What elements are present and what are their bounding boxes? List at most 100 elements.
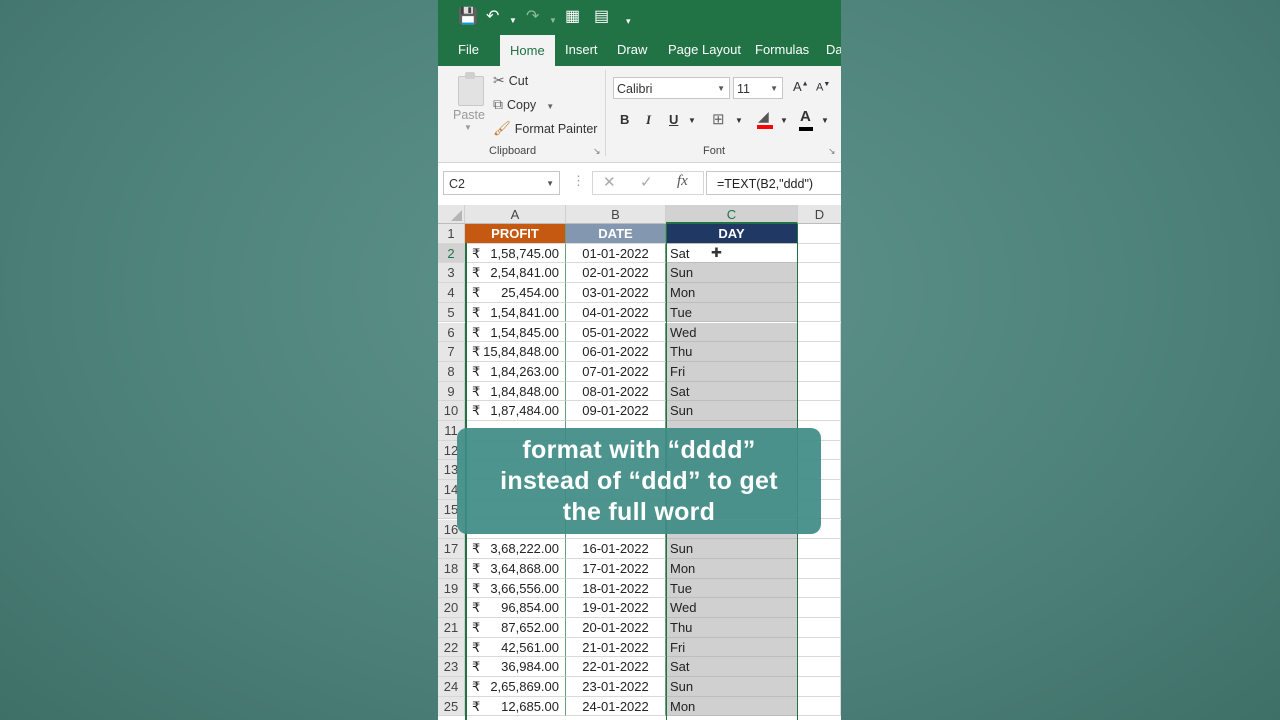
profit-cell[interactable]: ₹1,58,745.00 [465, 243, 566, 264]
empty-cell[interactable] [798, 598, 841, 618]
date-cell[interactable]: 04-01-2022 [566, 302, 666, 323]
empty-cell[interactable] [798, 381, 841, 402]
borders-dropdown-icon[interactable]: ▼ [735, 116, 743, 125]
date-cell[interactable]: 18-01-2022 [566, 578, 666, 599]
form-icon[interactable]: ▤ [594, 8, 609, 26]
column-header-c[interactable]: C [666, 205, 798, 224]
column-header-b[interactable]: B [566, 205, 666, 224]
enter-icon[interactable]: ✓ [640, 173, 653, 191]
day-cell[interactable]: Wed [666, 598, 798, 618]
tab-home[interactable]: Home [500, 35, 555, 66]
empty-cell[interactable] [798, 657, 841, 678]
day-cell[interactable]: Thu [666, 342, 798, 362]
bold-button[interactable]: B [620, 112, 629, 127]
name-box[interactable]: C2 ▼ [443, 171, 560, 195]
tab-page-layout[interactable]: Page Layout [668, 34, 741, 66]
font-color-button[interactable]: A [799, 108, 813, 131]
font-color-dropdown-icon[interactable]: ▼ [821, 116, 829, 125]
profit-cell[interactable]: ₹15,84,848.00 [465, 342, 566, 362]
row-header[interactable]: 8 [438, 361, 465, 382]
save-icon[interactable]: 💾 [458, 8, 478, 26]
insert-function-button[interactable]: fx [677, 173, 688, 190]
cancel-icon[interactable]: ✕ [603, 173, 616, 191]
empty-cell[interactable] [798, 401, 841, 421]
date-cell[interactable]: 20-01-2022 [566, 618, 666, 638]
profit-cell[interactable]: ₹87,652.00 [465, 618, 566, 638]
row-header[interactable]: 4 [438, 283, 465, 303]
empty-cell[interactable] [798, 302, 841, 323]
empty-cell[interactable] [798, 283, 841, 303]
profit-cell[interactable]: ₹3,66,556.00 [465, 578, 566, 599]
date-cell[interactable]: 06-01-2022 [566, 342, 666, 362]
decrease-font-size-button[interactable]: A▼ [816, 81, 830, 94]
fill-color-icon[interactable]: ◢ [757, 108, 773, 129]
empty-cell[interactable] [798, 558, 841, 579]
day-cell[interactable]: Sun [666, 263, 798, 284]
empty-cell[interactable] [798, 263, 841, 284]
empty-cell[interactable] [798, 696, 841, 717]
empty-cell[interactable] [798, 539, 841, 559]
profit-cell[interactable]: ₹3,68,222.00 [465, 539, 566, 559]
customize-qat-icon[interactable]: ▾ [626, 12, 631, 30]
tab-data[interactable]: Da [826, 34, 841, 66]
day-cell[interactable]: Fri [666, 637, 798, 658]
profit-header-cell[interactable]: PROFIT [465, 224, 566, 244]
row-header[interactable]: 10 [438, 401, 465, 421]
profit-cell[interactable]: ₹36,984.00 [465, 657, 566, 678]
more-options-icon[interactable]: ⋮ [572, 173, 585, 189]
row-header[interactable]: 21 [438, 618, 465, 638]
profit-cell[interactable]: ₹42,561.00 [465, 637, 566, 658]
day-cell[interactable]: Tue [666, 578, 798, 599]
empty-cell[interactable] [798, 578, 841, 599]
copy-button[interactable]: ⧉ Copy ▼ [493, 96, 554, 113]
paste-icon[interactable] [456, 72, 484, 106]
underline-button[interactable]: U [669, 112, 678, 127]
profit-cell[interactable]: ₹25,454.00 [465, 283, 566, 303]
empty-cell[interactable] [798, 243, 841, 264]
undo-icon[interactable]: ↶ [486, 8, 499, 26]
row-header[interactable]: 22 [438, 637, 465, 658]
column-header-a[interactable]: A [465, 205, 566, 224]
tab-formulas[interactable]: Formulas [755, 34, 809, 66]
date-cell[interactable]: 19-01-2022 [566, 598, 666, 618]
row-header[interactable]: 5 [438, 302, 465, 323]
date-cell[interactable]: 07-01-2022 [566, 361, 666, 382]
tab-file[interactable]: File [458, 34, 479, 66]
table-icon[interactable]: ▦ [565, 8, 580, 26]
day-cell[interactable]: Sat [666, 657, 798, 678]
day-cell[interactable]: Mon [666, 558, 798, 579]
row-header[interactable]: 19 [438, 578, 465, 599]
row-header[interactable]: 2 [438, 243, 465, 264]
empty-cell[interactable] [798, 677, 841, 697]
tab-draw[interactable]: Draw [617, 34, 647, 66]
increase-font-size-button[interactable]: A▲ [793, 79, 809, 94]
row-header[interactable]: 25 [438, 696, 465, 717]
date-header-cell[interactable]: DATE [566, 224, 666, 244]
profit-cell[interactable]: ₹1,54,841.00 [465, 302, 566, 323]
empty-cell[interactable] [798, 224, 841, 244]
date-cell[interactable]: 05-01-2022 [566, 322, 666, 343]
profit-cell[interactable]: ₹2,65,869.00 [465, 677, 566, 697]
row-header[interactable]: 18 [438, 558, 465, 579]
day-cell[interactable]: Sat [666, 381, 798, 402]
borders-icon[interactable]: ⊞ [712, 110, 725, 128]
date-cell[interactable]: 16-01-2022 [566, 539, 666, 559]
row-header[interactable]: 3 [438, 263, 465, 284]
undo-dropdown-icon[interactable]: ▼ [509, 12, 517, 30]
date-cell[interactable]: 24-01-2022 [566, 696, 666, 717]
empty-cell[interactable] [798, 361, 841, 382]
row-header[interactable]: 7 [438, 342, 465, 362]
date-cell[interactable]: 17-01-2022 [566, 558, 666, 579]
date-cell[interactable]: 02-01-2022 [566, 263, 666, 284]
profit-cell[interactable]: ₹12,685.00 [465, 696, 566, 717]
clipboard-launcher-icon[interactable]: ↘ [593, 146, 601, 157]
date-cell[interactable]: 22-01-2022 [566, 657, 666, 678]
font-launcher-icon[interactable]: ↘ [828, 146, 836, 157]
day-cell[interactable]: Tue [666, 302, 798, 323]
profit-cell[interactable]: ₹96,854.00 [465, 598, 566, 618]
day-cell[interactable]: Sun [666, 401, 798, 421]
copy-dropdown-icon[interactable]: ▼ [546, 102, 554, 111]
profit-cell[interactable]: ₹3,64,868.00 [465, 558, 566, 579]
date-cell[interactable]: 03-01-2022 [566, 283, 666, 303]
row-header[interactable]: 20 [438, 598, 465, 618]
